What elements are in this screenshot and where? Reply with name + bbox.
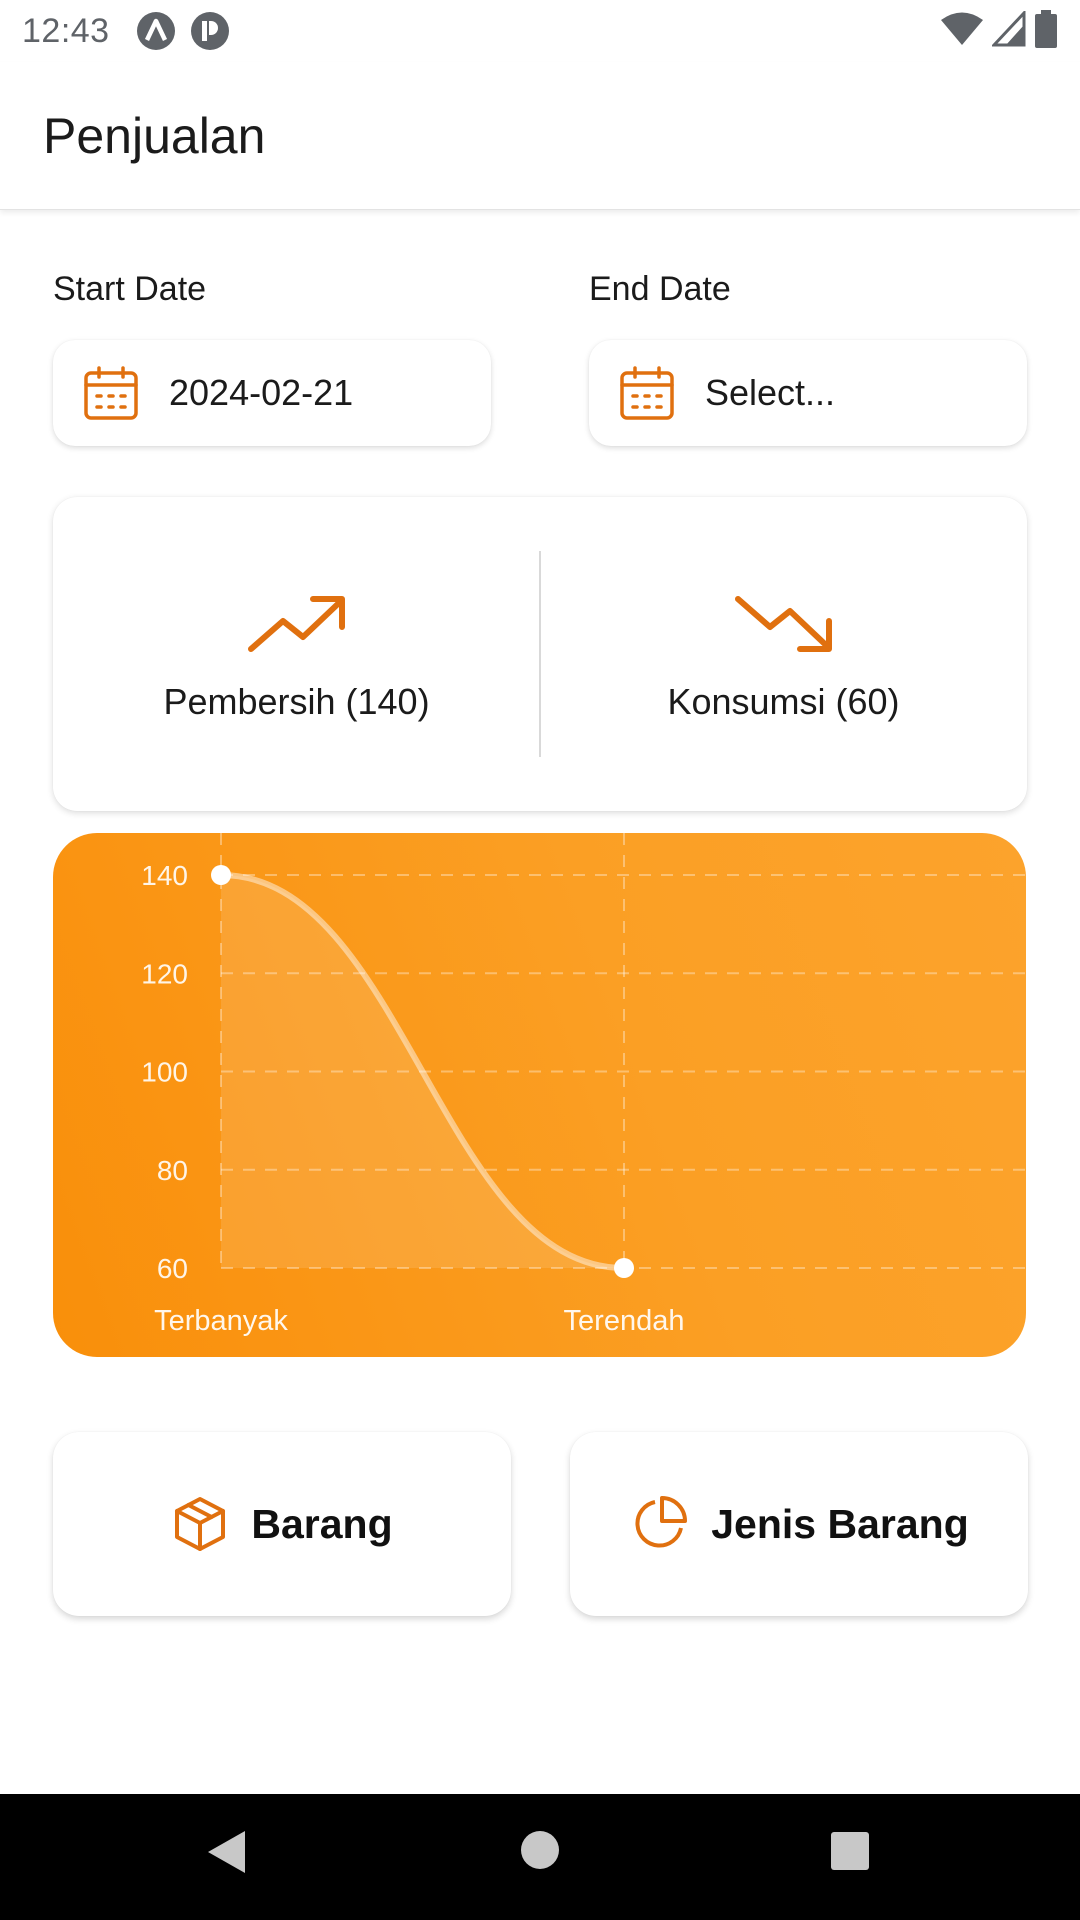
lowest-summary: Konsumsi (60) (540, 497, 1027, 811)
highest-label: Pembersih (140) (163, 681, 430, 722)
end-date-label: End Date (589, 270, 731, 308)
lowest-label: Konsumsi (60) (667, 681, 900, 722)
start-date-value: 2024-02-21 (169, 372, 354, 413)
summary-card: Pembersih (140) Konsumsi (60) (53, 497, 1027, 811)
status-icons (940, 8, 1058, 53)
navigation-bar (0, 1794, 1080, 1920)
pie-chart-icon (629, 1494, 689, 1554)
back-icon[interactable] (205, 1829, 247, 1875)
data-point (614, 1258, 634, 1278)
r-circle-icon (190, 11, 230, 51)
calendar-icon (83, 365, 139, 421)
home-icon[interactable] (520, 1830, 560, 1870)
status-time: 12:43 (22, 11, 110, 50)
y-tick-label: 140 (141, 860, 188, 891)
trending-down-icon (734, 593, 834, 655)
y-tick-label: 60 (157, 1253, 188, 1284)
barang-label: Barang (251, 1500, 393, 1547)
data-point (211, 865, 231, 885)
start-date-field[interactable]: 2024-02-21 (53, 340, 491, 446)
y-tick-label: 100 (141, 1057, 188, 1088)
status-bar: 12:43 (0, 0, 1080, 62)
app-bar: Penjualan (0, 62, 1080, 210)
barang-button[interactable]: Barang (53, 1432, 511, 1616)
start-date-label: Start Date (53, 270, 207, 308)
jenis-barang-button[interactable]: Jenis Barang (570, 1432, 1028, 1616)
jenis-barang-label: Jenis Barang (711, 1500, 969, 1547)
trending-up-icon (247, 593, 347, 655)
signal-icon (990, 8, 1026, 52)
battery-icon (1034, 9, 1058, 53)
y-tick-label: 80 (157, 1155, 188, 1186)
page-title: Penjualan (43, 107, 266, 164)
wifi-icon (940, 11, 984, 52)
end-date-field[interactable]: Select... (589, 340, 1027, 446)
a-circle-icon (136, 11, 176, 51)
calendar-icon (619, 365, 675, 421)
end-date-value: Select... (705, 372, 836, 413)
box-icon (171, 1495, 229, 1553)
recents-icon[interactable] (830, 1831, 870, 1871)
highest-summary: Pembersih (140) (53, 497, 540, 811)
x-tick-label: Terendah (564, 1305, 685, 1337)
chart-card: 60 80 100 120 140 Terbanyak Terendah (53, 833, 1026, 1357)
y-tick-label: 120 (141, 958, 188, 989)
x-tick-label: Terbanyak (154, 1305, 288, 1337)
sales-chart: 60 80 100 120 140 Terbanyak Terendah (141, 833, 1026, 1337)
